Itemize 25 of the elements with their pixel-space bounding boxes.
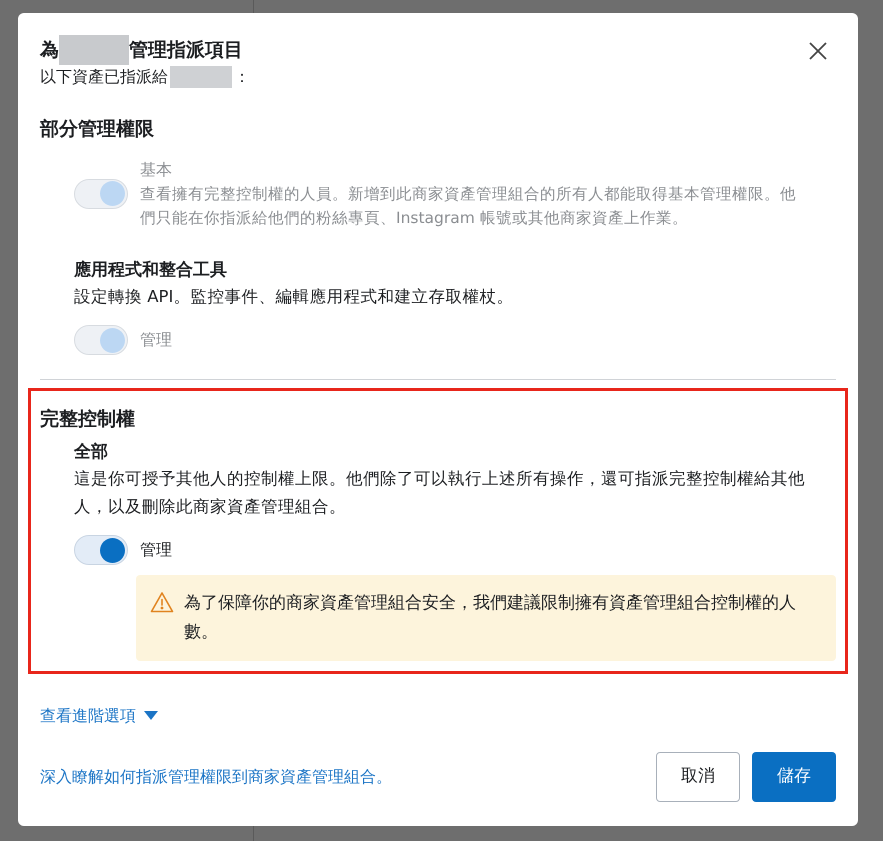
permission-name: 基本 (140, 158, 173, 180)
dialog-title: 為 (40, 38, 59, 63)
toggle-switch[interactable] (74, 535, 128, 565)
help-link[interactable]: 深入瞭解如何指派管理權限到商家資產管理組合。 (40, 765, 392, 789)
redacted-name (170, 66, 232, 88)
warning-icon (150, 591, 174, 613)
toggle-label: 管理 (140, 539, 172, 561)
dialog-title: 管理指派項目 (129, 38, 243, 63)
redacted-name (59, 35, 129, 65)
permission-description: 設定轉換 API。監控事件、編輯應用程式和建立存取權杖。 (74, 286, 514, 308)
permission-description: 這是你可授予其他人的控制權上限。他們除了可以執行上述所有操作，還可指派完整控制權給其他人，以及刪除此商家資產管理組合。 (74, 468, 806, 518)
toggle-label: 管理 (140, 329, 172, 351)
permission-name: 應用程式和整合工具 (74, 258, 228, 282)
caret-icon (144, 711, 158, 721)
section-heading: 完整控制權 (40, 407, 136, 432)
close-icon (808, 41, 828, 61)
dialog-subtitle: 以下資產已指派給 (40, 66, 168, 88)
section-heading: 部分管理權限 (40, 117, 155, 142)
permission-description: 查看擁有完整控制權的人員。新增到此商家資產管理組合的所有人都能取得基本管理權限。他們只能在你指派給他們的粉絲專頁、Instagram 帳號或其他商家資產上作業。 (140, 184, 797, 228)
cancel-button[interactable]: 取消 (656, 752, 740, 802)
permission-name: 全部 (74, 440, 109, 464)
dialog-subtitle: ： (234, 66, 250, 88)
warning-text: 為了保障你的商家資產管理組合安全，我們建議限制擁有資產管理組合控制權的人數。 (184, 592, 797, 644)
save-button[interactable]: 儲存 (752, 752, 836, 802)
advanced-options-link[interactable]: 查看進階選項 (40, 704, 158, 728)
